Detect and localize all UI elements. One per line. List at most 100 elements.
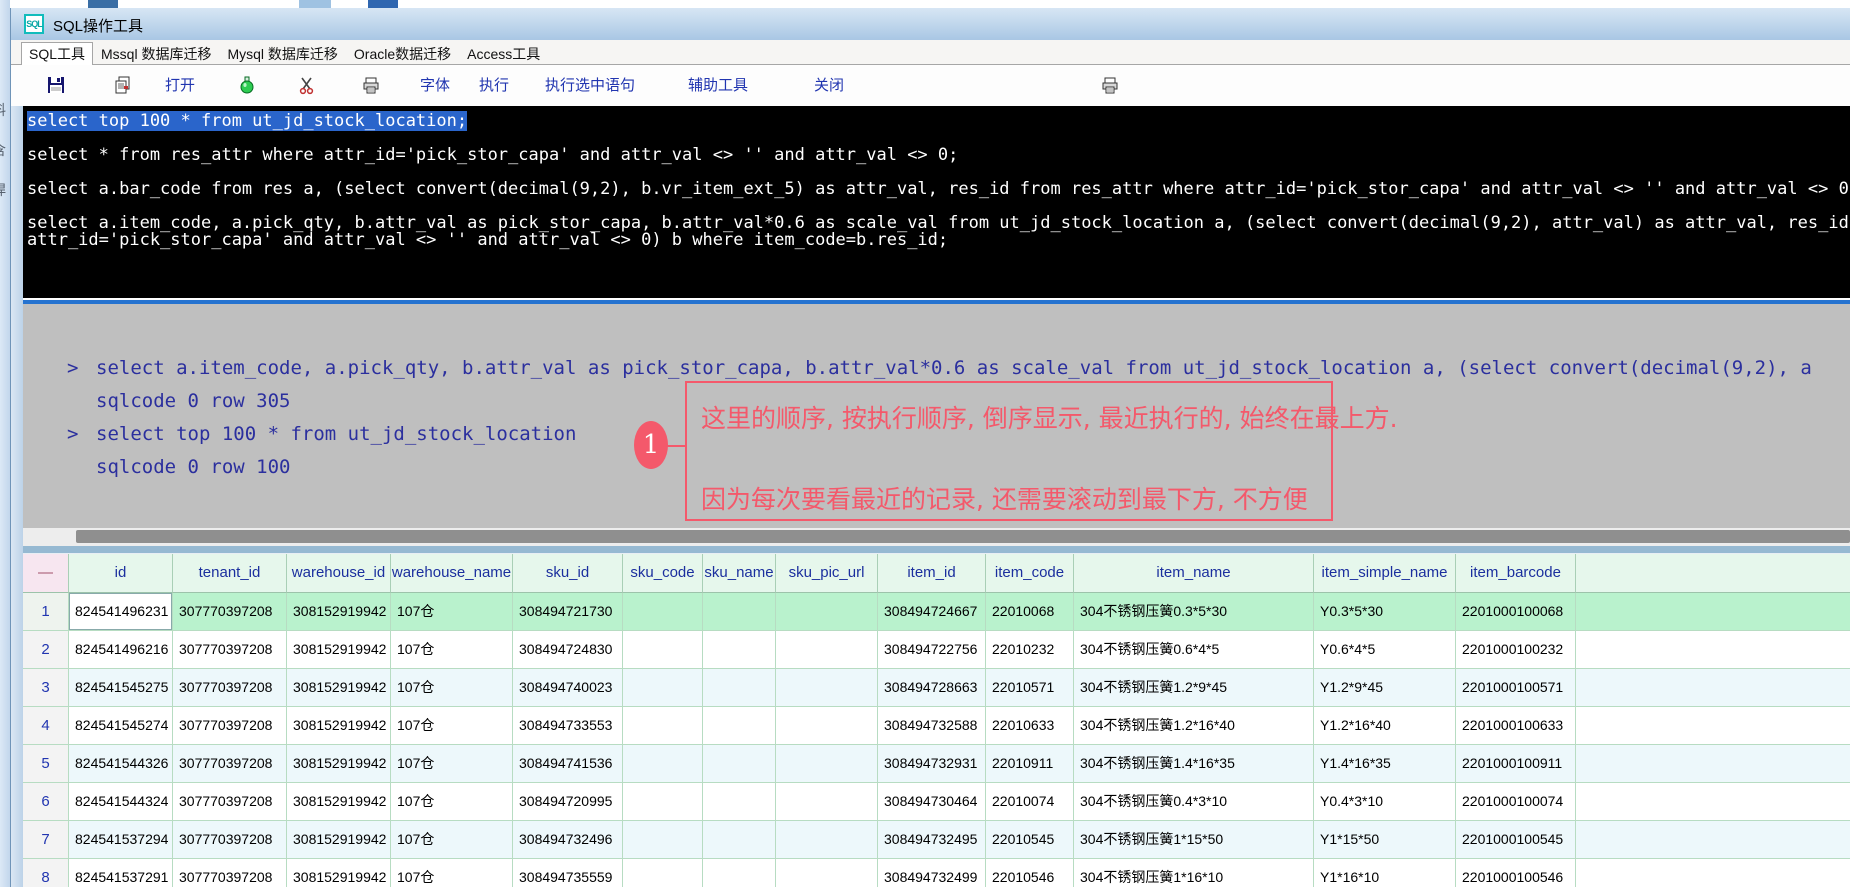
grid-cell[interactable] — [703, 783, 776, 821]
helper-tools-button[interactable]: 辅助工具 — [688, 75, 748, 97]
flask-icon[interactable] — [237, 75, 257, 97]
grid-cell[interactable]: Y0.6*4*5 — [1314, 631, 1456, 669]
execute-selected-button[interactable]: 执行选中语句 — [545, 75, 635, 97]
grid-cell[interactable]: 307770397208 — [173, 783, 287, 821]
grid-cell[interactable]: 22010545 — [986, 821, 1074, 859]
grid-cell[interactable]: 107仓 — [391, 859, 513, 887]
save-icon[interactable] — [46, 75, 66, 97]
grid-cell[interactable]: Y1*15*50 — [1314, 821, 1456, 859]
grid-cell[interactable]: 308494732499 — [878, 859, 986, 887]
sql-editor[interactable]: select top 100 * from ut_jd_stock_locati… — [23, 106, 1850, 305]
grid-cell[interactable] — [776, 669, 878, 707]
grid-cell[interactable] — [703, 745, 776, 783]
tab-sql-tools[interactable]: SQL工具 — [21, 42, 93, 66]
grid-cell[interactable]: 304不锈钢压簧1.4*16*35 — [1074, 745, 1314, 783]
grid-cell[interactable]: 308494728663 — [878, 669, 986, 707]
column-header[interactable]: item_name — [1074, 554, 1314, 593]
grid-cell[interactable]: 2201000100232 — [1456, 631, 1576, 669]
grid-cell[interactable]: 307770397208 — [173, 745, 287, 783]
grid-cell[interactable] — [623, 631, 703, 669]
grid-cell[interactable]: 308152919942 — [287, 707, 391, 745]
grid-cell[interactable]: 307770397208 — [173, 669, 287, 707]
grid-cell[interactable] — [703, 593, 776, 631]
grid-cell[interactable]: 304不锈钢压簧0.3*5*30 — [1074, 593, 1314, 631]
grid-cell[interactable]: 107仓 — [391, 593, 513, 631]
grid-cell[interactable]: 304不锈钢压簧1*15*50 — [1074, 821, 1314, 859]
grid-cell[interactable]: 308152919942 — [287, 783, 391, 821]
grid-cell[interactable] — [776, 593, 878, 631]
grid-cell[interactable]: 824541545274 — [69, 707, 173, 745]
grid-cell[interactable]: 307770397208 — [173, 821, 287, 859]
grid-cell[interactable]: 308152919942 — [287, 821, 391, 859]
grid-cell[interactable]: 107仓 — [391, 707, 513, 745]
tab-mssql-migration[interactable]: Mssql 数据库迁移 — [93, 42, 219, 66]
grid-cell[interactable]: 107仓 — [391, 631, 513, 669]
grid-cell[interactable]: 308152919942 — [287, 593, 391, 631]
titlebar[interactable]: SQL SQL操作工具 — [11, 8, 1850, 41]
grid-cell[interactable] — [776, 707, 878, 745]
grid-cell[interactable]: 824541496216 — [69, 631, 173, 669]
row-number[interactable]: 7 — [23, 821, 69, 859]
row-number[interactable]: 4 — [23, 707, 69, 745]
grid-cell[interactable]: 824541496231 — [69, 593, 173, 631]
sql-line[interactable]: select top 100 * from ut_jd_stock_locati… — [23, 113, 1850, 130]
grid-cell[interactable]: 107仓 — [391, 821, 513, 859]
grid-cell[interactable]: 107仓 — [391, 745, 513, 783]
grid-cell[interactable] — [703, 631, 776, 669]
grid-cell[interactable]: 107仓 — [391, 669, 513, 707]
open-button[interactable]: 打开 — [165, 75, 195, 97]
grid-cell[interactable]: Y1.2*9*45 — [1314, 669, 1456, 707]
row-number[interactable]: 8 — [23, 859, 69, 887]
row-number[interactable]: 2 — [23, 631, 69, 669]
grid-cell[interactable] — [703, 821, 776, 859]
grid-cell[interactable]: 824541537294 — [69, 821, 173, 859]
scrollbar-thumb[interactable] — [76, 530, 1850, 543]
grid-cell[interactable]: 304不锈钢压簧1*16*10 — [1074, 859, 1314, 887]
sql-line[interactable]: select a.bar_code from res a, (select co… — [23, 181, 1850, 198]
grid-cell[interactable]: 22010571 — [986, 669, 1074, 707]
grid-cell[interactable]: 308494732931 — [878, 745, 986, 783]
grid-cell[interactable]: 308494733553 — [513, 707, 623, 745]
sql-line[interactable]: select * from res_attr where attr_id='pi… — [23, 147, 1850, 164]
grid-cell[interactable] — [623, 783, 703, 821]
row-number[interactable]: 3 — [23, 669, 69, 707]
grid-cell[interactable]: 307770397208 — [173, 859, 287, 887]
grid-cell[interactable]: 22010074 — [986, 783, 1074, 821]
printer2-icon[interactable] — [1100, 75, 1120, 97]
grid-cell[interactable]: 308152919942 — [287, 859, 391, 887]
grid-cell[interactable]: 307770397208 — [173, 593, 287, 631]
grid-cell[interactable]: 2201000100068 — [1456, 593, 1576, 631]
font-button[interactable]: 字体 — [420, 75, 450, 97]
grid-cell[interactable] — [703, 859, 776, 887]
column-header[interactable]: sku_pic_url — [776, 554, 878, 593]
grid-cell[interactable]: 308494732495 — [878, 821, 986, 859]
grid-cell[interactable] — [623, 593, 703, 631]
grid-cell[interactable]: Y1.2*16*40 — [1314, 707, 1456, 745]
grid-cell[interactable] — [703, 669, 776, 707]
grid-cell[interactable]: 2201000100074 — [1456, 783, 1576, 821]
column-header[interactable]: item_simple_name — [1314, 554, 1456, 593]
grid-cell[interactable]: 2201000100911 — [1456, 745, 1576, 783]
row-number[interactable]: 6 — [23, 783, 69, 821]
row-number[interactable]: 1 — [23, 593, 69, 631]
grid-cell[interactable]: 308494724667 — [878, 593, 986, 631]
copy-icon[interactable] — [113, 75, 133, 97]
row-number[interactable]: 5 — [23, 745, 69, 783]
tab-oracle-migration[interactable]: Oracle数据迁移 — [346, 42, 459, 66]
grid-cell[interactable]: 308494724830 — [513, 631, 623, 669]
grid-cell[interactable]: Y1*16*10 — [1314, 859, 1456, 887]
grid-cell[interactable]: 308494730464 — [878, 783, 986, 821]
printer-icon[interactable] — [361, 75, 381, 97]
grid-corner-header[interactable]: — — [23, 554, 69, 593]
grid-cell[interactable]: 308494732496 — [513, 821, 623, 859]
grid-cell[interactable] — [623, 669, 703, 707]
grid-cell[interactable]: 2201000100545 — [1456, 821, 1576, 859]
column-header[interactable]: sku_code — [623, 554, 703, 593]
grid-cell[interactable]: 824541544324 — [69, 783, 173, 821]
column-header[interactable]: item_code — [986, 554, 1074, 593]
grid-cell[interactable] — [776, 631, 878, 669]
column-header[interactable]: tenant_id — [173, 554, 287, 593]
grid-cell[interactable] — [776, 821, 878, 859]
grid-cell[interactable]: 824541545275 — [69, 669, 173, 707]
grid-cell[interactable]: 308494720995 — [513, 783, 623, 821]
